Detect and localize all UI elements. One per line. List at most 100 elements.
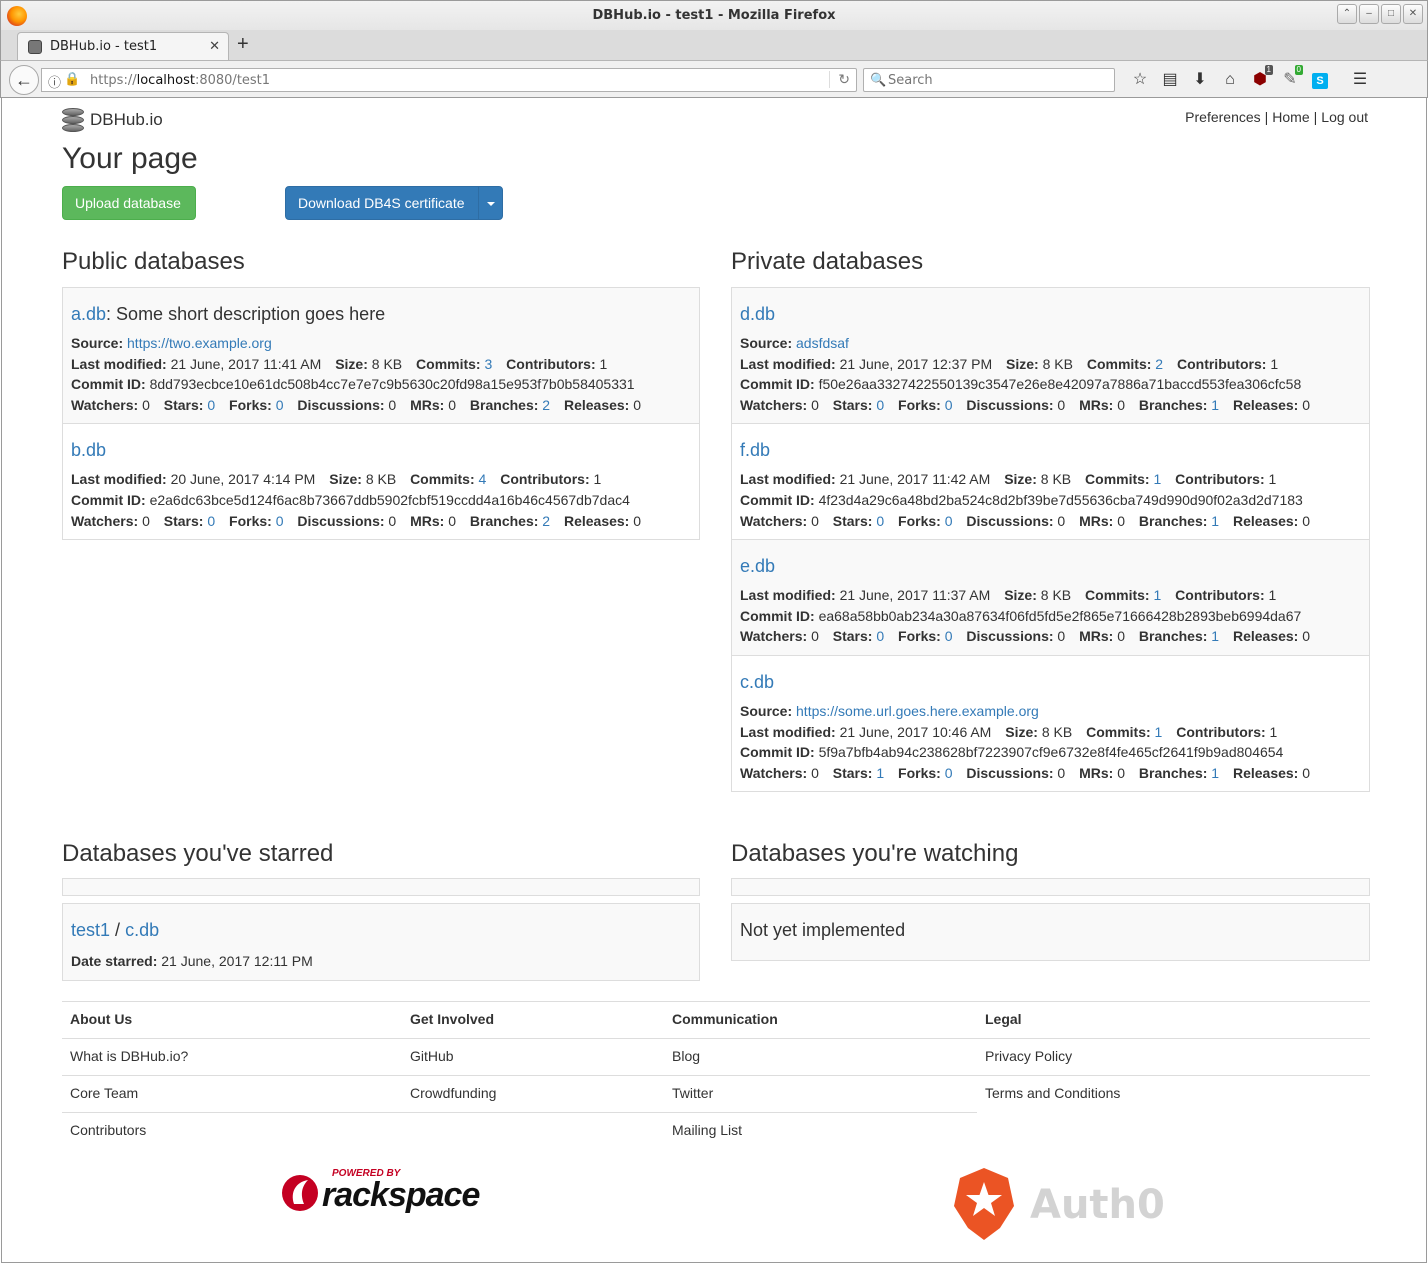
url-text[interactable]: https://localhost:8080/test1 — [90, 73, 270, 88]
ublock-icon[interactable]: ⬢ 1 — [1245, 65, 1275, 93]
bookmark-star-icon[interactable]: ☆ — [1125, 67, 1155, 93]
stars-value[interactable]: 0 — [876, 397, 884, 413]
watchers-value: 0 — [142, 396, 150, 413]
database-name-link[interactable]: f.db — [740, 440, 770, 460]
logout-link[interactable]: Log out — [1321, 109, 1368, 125]
commits-value[interactable]: 4 — [479, 471, 487, 487]
commit_id-label: Commit ID: — [71, 376, 146, 393]
reading-list-icon[interactable]: ▤ — [1155, 67, 1185, 93]
commits-value[interactable]: 3 — [484, 356, 492, 372]
search-icon: 🔍 — [870, 72, 887, 87]
footer-link-what-is[interactable]: What is DBHub.io? — [62, 1039, 402, 1076]
branches-value[interactable]: 1 — [1211, 513, 1219, 529]
forks-value[interactable]: 0 — [945, 628, 953, 644]
extension-icon[interactable]: ✎ 0 — [1275, 65, 1305, 93]
forks-value[interactable]: 0 — [945, 765, 953, 781]
rackspace-logo[interactable]: POWERED BY rackspace — [280, 1166, 490, 1216]
stars-value[interactable]: 1 — [876, 765, 884, 781]
commits-value[interactable]: 2 — [1155, 356, 1163, 372]
database-name-link[interactable]: d.db — [740, 304, 775, 324]
info-icon[interactable]: ⓘ — [48, 72, 61, 91]
size-label: Size: — [1005, 723, 1038, 740]
database-name-link[interactable]: e.db — [740, 556, 775, 576]
forks-value[interactable]: 0 — [276, 397, 284, 413]
home-icon[interactable]: ⌂ — [1215, 67, 1245, 93]
commit_id-label: Commit ID: — [740, 607, 815, 624]
maximize-icon[interactable]: □ — [1381, 4, 1401, 24]
contributors-value: 1 — [1268, 471, 1277, 488]
mrs-label: MRs: — [1079, 396, 1114, 413]
forks-label: Forks: — [229, 512, 272, 529]
footer: About Us What is DBHub.io? Core Team Con… — [62, 1001, 1370, 1138]
mrs-value: 0 — [1117, 628, 1126, 645]
discussions-label: Discussions: — [297, 512, 385, 529]
tab-bar: DBHub.io - test1 ✕ + — [0, 30, 1428, 60]
commits-value[interactable]: 1 — [1153, 587, 1161, 603]
browser-tab[interactable]: DBHub.io - test1 ✕ — [17, 32, 229, 60]
forks-value[interactable]: 0 — [945, 513, 953, 529]
stars-value[interactable]: 0 — [876, 628, 884, 644]
source-value[interactable]: https://two.example.org — [127, 335, 272, 351]
forks-value[interactable]: 0 — [276, 513, 284, 529]
footer-link-github[interactable]: GitHub — [402, 1039, 664, 1076]
source-value[interactable]: adsfdsaf — [796, 335, 849, 351]
url-bar[interactable]: ⓘ 🔒 https://localhost:8080/test1 ↻ — [41, 68, 857, 92]
close-window-icon[interactable]: ✕ — [1403, 4, 1423, 24]
contributors-value: 1 — [1268, 587, 1277, 604]
branches-value[interactable]: 1 — [1211, 397, 1219, 413]
new-tab-icon[interactable]: + — [237, 33, 249, 55]
commit_id-label: Commit ID: — [740, 744, 815, 761]
auth0-logo[interactable]: Auth0 — [950, 1166, 1170, 1242]
commit_id-label: Commit ID: — [740, 376, 815, 393]
footer-link-twitter[interactable]: Twitter — [664, 1076, 977, 1113]
footer-item-privacy: Privacy Policy — [977, 1039, 1370, 1076]
footer-item-crowdfunding: Crowdfunding — [402, 1076, 664, 1113]
size-value: 8 KB — [1041, 723, 1073, 740]
database-name-link[interactable]: a.db — [71, 304, 106, 324]
reload-icon[interactable]: ↻ — [829, 71, 850, 88]
starred-owner-link[interactable]: test1 — [71, 920, 110, 940]
mrs-value: 0 — [448, 396, 457, 413]
insecure-lock-icon[interactable]: 🔒 — [64, 71, 80, 87]
commits-value[interactable]: 1 — [1155, 724, 1163, 740]
stars-value[interactable]: 0 — [207, 513, 215, 529]
branches-value[interactable]: 2 — [542, 513, 550, 529]
branches-value[interactable]: 1 — [1211, 765, 1219, 781]
database-name-link[interactable]: c.db — [740, 672, 774, 692]
search-bar[interactable]: 🔍 — [863, 68, 1115, 92]
releases-value: 0 — [1302, 512, 1311, 529]
download-certificate-button[interactable]: Download DB4S certificate — [285, 186, 479, 220]
commits-value[interactable]: 1 — [1153, 471, 1161, 487]
window-shade-icon[interactable]: ⌃ — [1337, 4, 1357, 24]
watchers-label: Watchers: — [740, 396, 808, 413]
preferences-link[interactable]: Preferences — [1185, 109, 1260, 125]
download-dropdown-toggle[interactable] — [478, 186, 503, 220]
database-entry: f.db Last modified: 21 June, 2017 11:42 A… — [732, 424, 1369, 541]
menu-hamburger-icon[interactable]: ☰ — [1345, 67, 1375, 93]
commit_id-value: 4f23d4a29c6a48bd2ba524c8d2bf39be7d55636c… — [818, 491, 1303, 508]
source-value[interactable]: https://some.url.goes.here.example.org — [796, 703, 1039, 719]
back-arrow-icon[interactable]: ← — [9, 65, 39, 95]
skype-icon[interactable]: S — [1305, 67, 1335, 93]
source-label: Source: — [740, 335, 793, 351]
minimize-icon[interactable]: – — [1359, 4, 1379, 24]
branches-value[interactable]: 2 — [542, 397, 550, 413]
branches-value[interactable]: 1 — [1211, 628, 1219, 644]
downloads-icon[interactable]: ⬇ — [1185, 67, 1215, 93]
footer-link-mailing-list[interactable]: Mailing List — [664, 1113, 977, 1150]
path-separator: / — [115, 920, 121, 940]
upload-database-button[interactable]: Upload database — [62, 186, 196, 220]
stars-value[interactable]: 0 — [207, 397, 215, 413]
discussions-value: 0 — [388, 512, 397, 529]
stars-value[interactable]: 0 — [876, 513, 884, 529]
tab-close-icon[interactable]: ✕ — [209, 38, 220, 54]
brand[interactable]: DBHub.io — [62, 108, 163, 132]
starred-db-link[interactable]: c.db — [125, 920, 159, 940]
database-name-link[interactable]: b.db — [71, 440, 106, 460]
url-scheme: https:// — [90, 73, 137, 88]
search-input[interactable] — [888, 71, 1108, 89]
forks-value[interactable]: 0 — [945, 397, 953, 413]
home-link[interactable]: Home — [1272, 109, 1309, 125]
commits-label: Commits: — [1085, 471, 1150, 488]
footer-heading: Get Involved — [402, 1002, 664, 1039]
